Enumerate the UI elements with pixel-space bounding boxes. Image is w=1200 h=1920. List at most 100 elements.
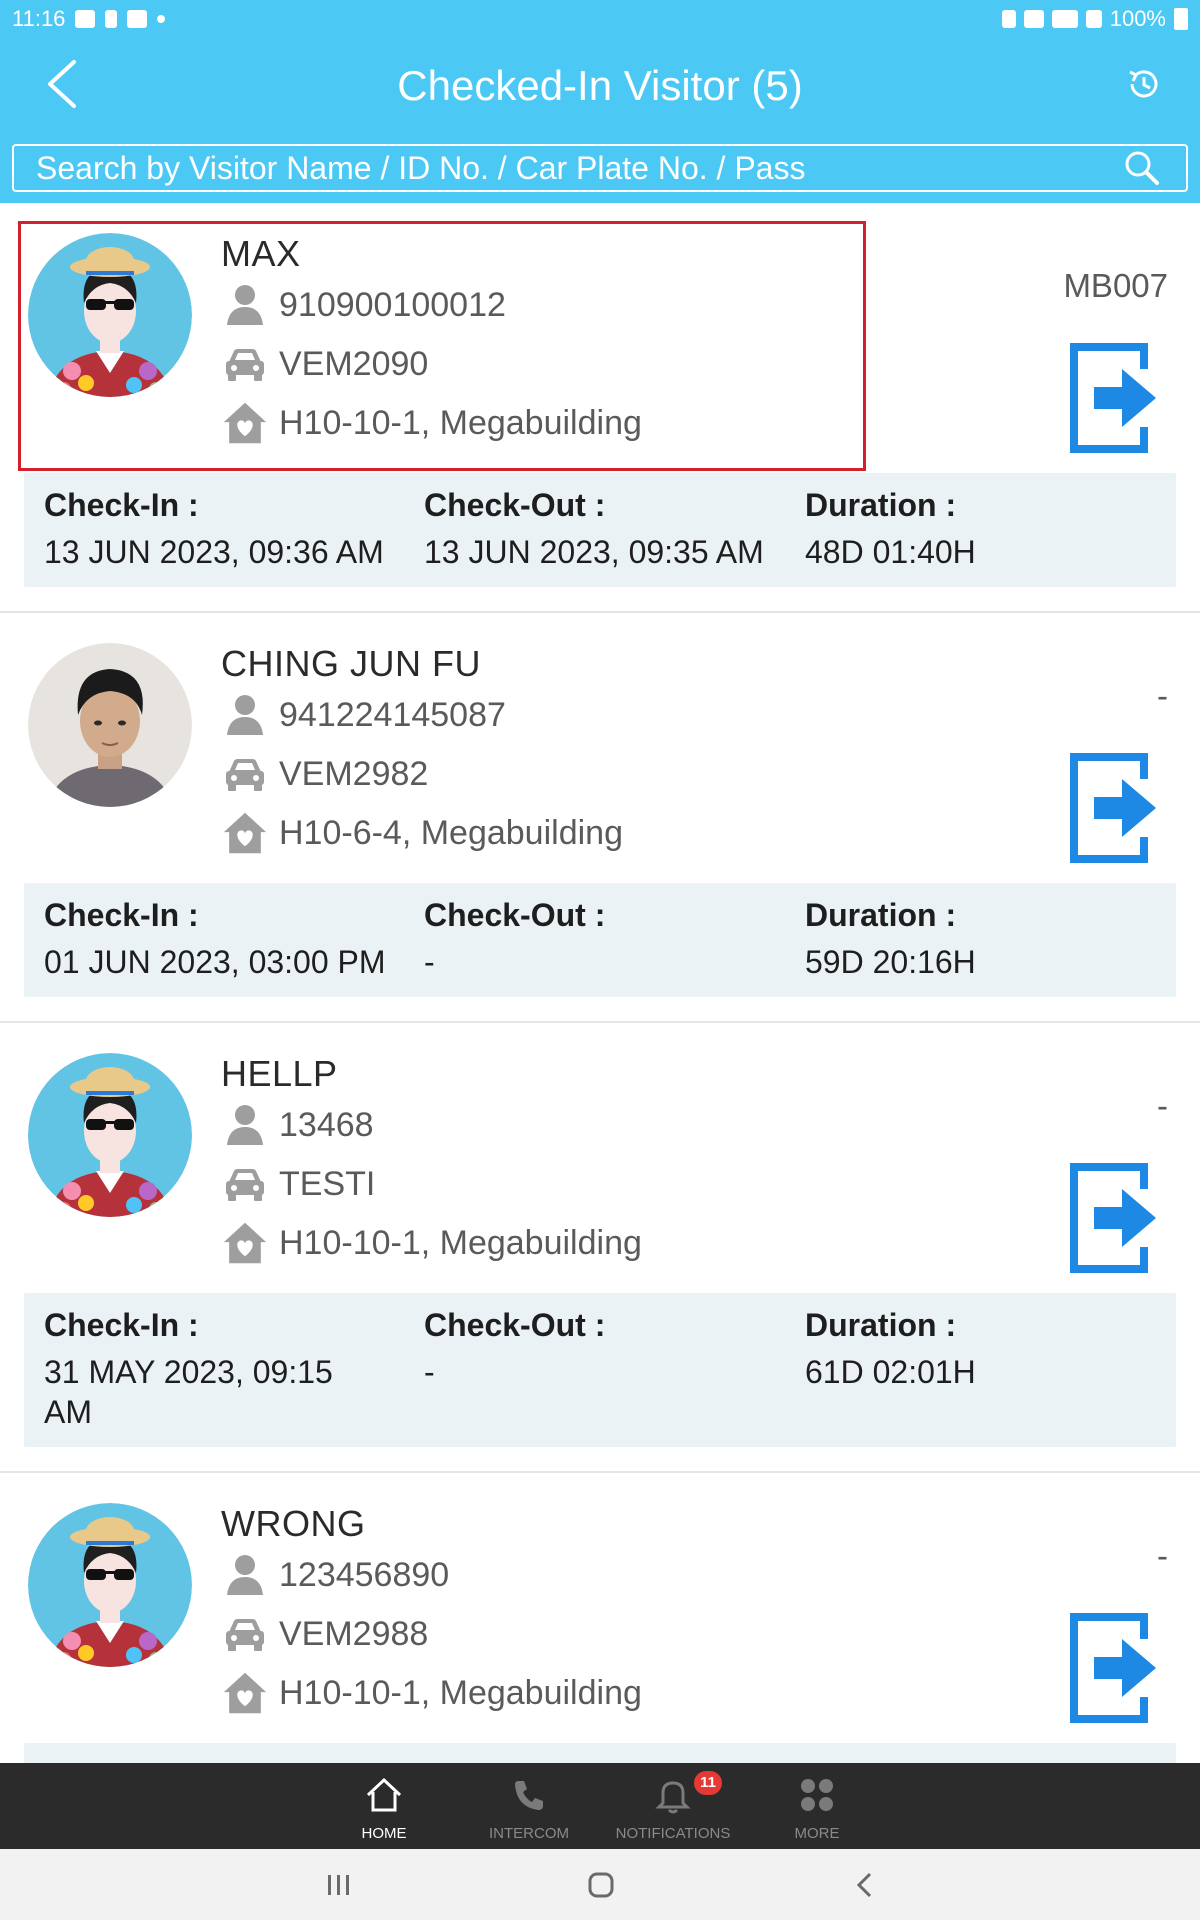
visitor-card[interactable]: WRONG 123456890 VEM2988 H10-10-1, Megabu…: [0, 1473, 1200, 1763]
checkout-button[interactable]: [1066, 339, 1160, 457]
time-panel: [24, 1743, 1176, 1763]
visitor-card[interactable]: HELLP 13468 TESTI H10-10-1, Megabuilding…: [0, 1023, 1200, 1473]
house-heart-icon: [221, 811, 269, 855]
check-out-label: Check-Out :: [424, 897, 606, 933]
visitor-card[interactable]: MAX 910900100012 VEM2090 H10-10-1, Megab…: [0, 203, 1200, 613]
nav-more[interactable]: MORE: [742, 1763, 892, 1849]
nav-more-label: MORE: [794, 1825, 840, 1842]
page-title: Checked-In Visitor (5): [397, 62, 803, 109]
grid-icon: [801, 1779, 833, 1811]
checkout-button[interactable]: [1066, 749, 1160, 867]
duration-column: Duration : 48D 01:40H: [805, 487, 976, 572]
checkout-button[interactable]: [1066, 1159, 1160, 1277]
car-row: VEM2982: [221, 750, 428, 798]
battery-level: 100%: [1109, 6, 1166, 31]
bottom-nav: HOME INTERCOM 11 NOTIFICATIONS MORE: [0, 1763, 1200, 1849]
duration-value: 59D 20:16H: [805, 944, 976, 980]
visitor-avatar: [28, 1053, 192, 1217]
status-time: 11:16: [12, 6, 66, 31]
car-row: VEM2988: [221, 1610, 428, 1658]
nav-intercom-label: INTERCOM: [489, 1825, 569, 1842]
unit-row: H10-10-1, Megabuilding: [221, 399, 642, 447]
pass-number: -: [1157, 677, 1168, 714]
unit-row: H10-10-1, Megabuilding: [221, 1219, 642, 1267]
id-row: 941224145087: [221, 691, 506, 739]
car-row: VEM2090: [221, 340, 428, 388]
person-icon: [221, 1553, 269, 1597]
history-button[interactable]: [1124, 64, 1164, 104]
app-header: 11:16 100% Checked-In Visitor (5) Search…: [0, 0, 1200, 203]
car-plate: VEM2988: [279, 1614, 429, 1653]
lock-icon: [1001, 10, 1016, 28]
duration-label: Duration :: [805, 487, 957, 523]
id-row: 13468: [221, 1101, 374, 1149]
check-in-value: 31 MAY 2023, 09:15 AM: [44, 1354, 333, 1430]
checkout-button[interactable]: [1066, 1609, 1160, 1727]
visitor-id: 941224145087: [279, 695, 506, 734]
nav-notifications[interactable]: 11 NOTIFICATIONS: [598, 1763, 748, 1849]
phone-icon: [515, 1781, 543, 1810]
wifi-icon: [1051, 10, 1078, 28]
unit-row: H10-6-4, Megabuilding: [221, 809, 623, 857]
check-in-column: Check-In : 31 MAY 2023, 09:15 AM: [44, 1307, 374, 1432]
status-bar: 11:16 100%: [0, 0, 1200, 38]
back-system-button[interactable]: [835, 1863, 895, 1907]
car-icon: [221, 1612, 269, 1656]
drive-icon: [127, 10, 148, 28]
home-icon: [366, 1777, 402, 1812]
checked-in-visitor-screen: 11:16 100% Checked-In Visitor (5) Search…: [0, 0, 1200, 1920]
duration-column: Duration : 59D 20:16H: [805, 897, 976, 982]
duration-label: Duration :: [805, 897, 957, 933]
dot-icon: [157, 15, 166, 23]
car-icon: [221, 1162, 269, 1206]
check-out-column: Check-Out : -: [424, 897, 605, 982]
nav-intercom[interactable]: INTERCOM: [454, 1763, 604, 1849]
nav-home-label: HOME: [361, 1825, 407, 1842]
car-icon: [221, 342, 269, 386]
bell-icon: [655, 1781, 691, 1814]
unit-address: H10-6-4, Megabuilding: [279, 813, 623, 852]
person-icon: [221, 283, 269, 327]
duration-value: 48D 01:40H: [805, 534, 976, 570]
id-row: 123456890: [221, 1551, 449, 1599]
check-in-value: 13 JUN 2023, 09:36 AM: [44, 534, 384, 570]
visitor-card[interactable]: CHING JUN FU 941224145087 VEM2982 H10-6-…: [0, 613, 1200, 1023]
visitor-avatar: [28, 1503, 192, 1667]
duration-column: Duration : 61D 02:01H: [805, 1307, 976, 1392]
pass-number: MB007: [1063, 267, 1168, 304]
unit-address: H10-10-1, Megabuilding: [279, 1673, 642, 1712]
check-out-column: Check-Out : 13 JUN 2023, 09:35 AM: [424, 487, 764, 572]
time-panel: Check-In : 13 JUN 2023, 09:36 AM Check-O…: [24, 473, 1176, 587]
pass-number: -: [1157, 1087, 1168, 1124]
car-plate: VEM2090: [279, 344, 429, 383]
history-icon: [1129, 70, 1158, 98]
time-panel: Check-In : 31 MAY 2023, 09:15 AM Check-O…: [24, 1293, 1176, 1447]
check-out-value: -: [424, 1354, 435, 1390]
visitor-id: 13468: [279, 1105, 374, 1144]
check-out-column: Check-Out : -: [424, 1307, 605, 1392]
time-panel: Check-In : 01 JUN 2023, 03:00 PM Check-O…: [24, 883, 1176, 997]
id-row: 910900100012: [221, 281, 506, 329]
nav-home[interactable]: HOME: [309, 1763, 459, 1849]
check-in-column: Check-In : 01 JUN 2023, 03:00 PM: [44, 897, 386, 982]
mute-icon: [1023, 10, 1044, 28]
check-in-label: Check-In :: [44, 487, 199, 523]
gallery-icon: [75, 10, 96, 28]
house-heart-icon: [221, 401, 269, 445]
person-icon: [221, 693, 269, 737]
search-icon[interactable]: [1124, 150, 1160, 186]
visitor-name: MAX: [221, 233, 301, 274]
home-system-button[interactable]: [571, 1863, 631, 1907]
visitor-list: MAX 910900100012 VEM2090 H10-10-1, Megab…: [0, 203, 1200, 1763]
nav-notifications-label: NOTIFICATIONS: [615, 1825, 731, 1842]
visitor-id: 123456890: [279, 1555, 450, 1594]
recent-apps-button[interactable]: [308, 1863, 368, 1907]
car-row: TESTI: [221, 1160, 375, 1208]
check-in-value: 01 JUN 2023, 03:00 PM: [44, 944, 386, 980]
visitor-name: WRONG: [221, 1503, 366, 1544]
car-plate: TESTI: [279, 1164, 376, 1203]
search-input[interactable]: [14, 146, 1114, 190]
house-heart-icon: [221, 1221, 269, 1265]
check-in-label: Check-In :: [44, 1307, 199, 1343]
visitor-avatar: [28, 643, 192, 807]
